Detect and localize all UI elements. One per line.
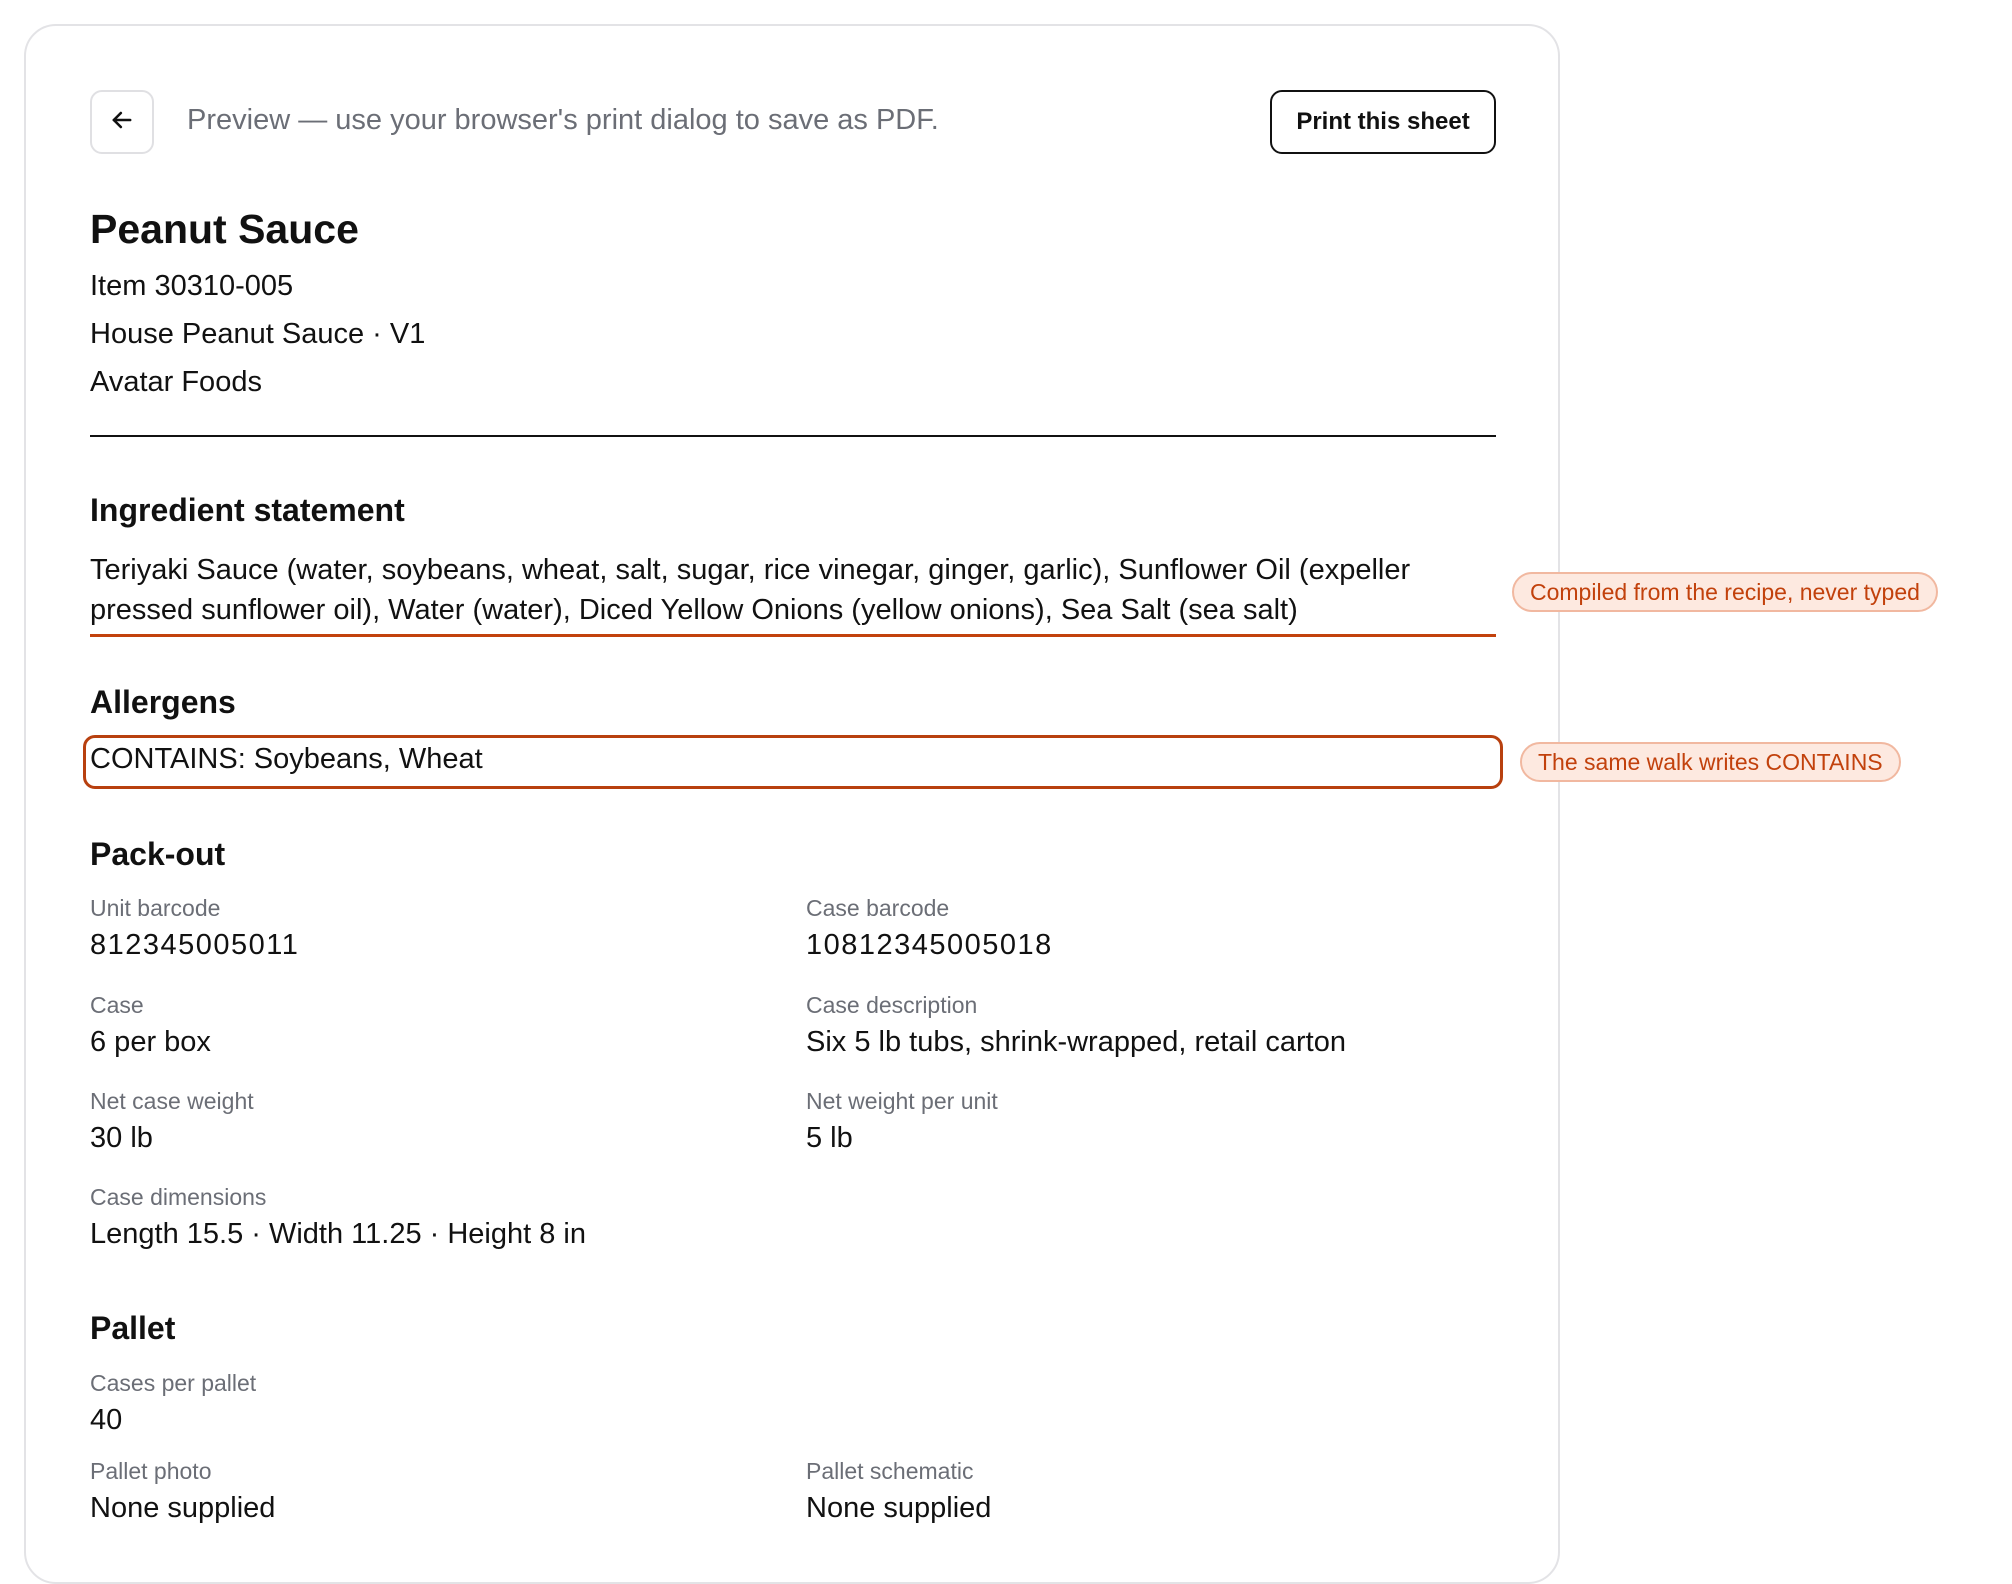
case-label: Case [90, 992, 144, 1018]
pallet-photo-value: None supplied [90, 1492, 276, 1524]
print-button[interactable]: Print this sheet [1270, 90, 1496, 154]
case-description-label: Case description [806, 992, 978, 1018]
unit-barcode-label: Unit barcode [90, 895, 221, 921]
case-dimensions-label: Case dimensions [90, 1184, 267, 1210]
allergen-annotation-badge: The same walk writes CONTAINS [1520, 742, 1901, 782]
pallet-schematic-label: Pallet schematic [806, 1458, 974, 1484]
net-case-weight-label: Net case weight [90, 1088, 254, 1114]
preview-note: Preview — use your browser's print dialo… [187, 104, 939, 136]
case-description-value: Six 5 lb tubs, shrink-wrapped, retail ca… [806, 1026, 1346, 1058]
pallet-heading: Pallet [90, 1310, 176, 1346]
net-weight-per-unit-value: 5 lb [806, 1122, 853, 1154]
case-dimensions-value: Length 15.5 · Width 11.25 · Height 8 in [90, 1218, 586, 1250]
page-title: Peanut Sauce [90, 206, 359, 252]
recipe-version: House Peanut Sauce · V1 [90, 318, 426, 350]
header-divider [90, 435, 1496, 437]
back-button[interactable] [90, 90, 154, 154]
pallet-photo-label: Pallet photo [90, 1458, 212, 1484]
ingredient-statement-heading: Ingredient statement [90, 492, 405, 528]
company-name: Avatar Foods [90, 366, 262, 398]
net-case-weight-value: 30 lb [90, 1122, 153, 1154]
case-barcode-value: 10812345005018 [806, 929, 1053, 961]
arrow-left-icon [108, 106, 136, 139]
spec-sheet-card [24, 24, 1560, 1584]
cases-per-pallet-label: Cases per pallet [90, 1370, 257, 1396]
allergens-heading: Allergens [90, 684, 236, 720]
allergen-statement: CONTAINS: Soybeans, Wheat [90, 743, 483, 775]
ingredient-highlight-underline [90, 634, 1496, 637]
cases-per-pallet-value: 40 [90, 1404, 123, 1436]
unit-barcode-value: 812345005011 [90, 929, 300, 961]
packout-heading: Pack-out [90, 836, 226, 872]
case-value: 6 per box [90, 1026, 211, 1058]
pallet-schematic-value: None supplied [806, 1492, 992, 1524]
item-number: Item 30310-005 [90, 270, 294, 302]
net-weight-per-unit-label: Net weight per unit [806, 1088, 998, 1114]
ingredient-annotation-badge: Compiled from the recipe, never typed [1512, 572, 1938, 612]
case-barcode-label: Case barcode [806, 895, 950, 921]
ingredient-statement: Teriyaki Sauce (water, soybeans, wheat, … [90, 554, 1411, 626]
